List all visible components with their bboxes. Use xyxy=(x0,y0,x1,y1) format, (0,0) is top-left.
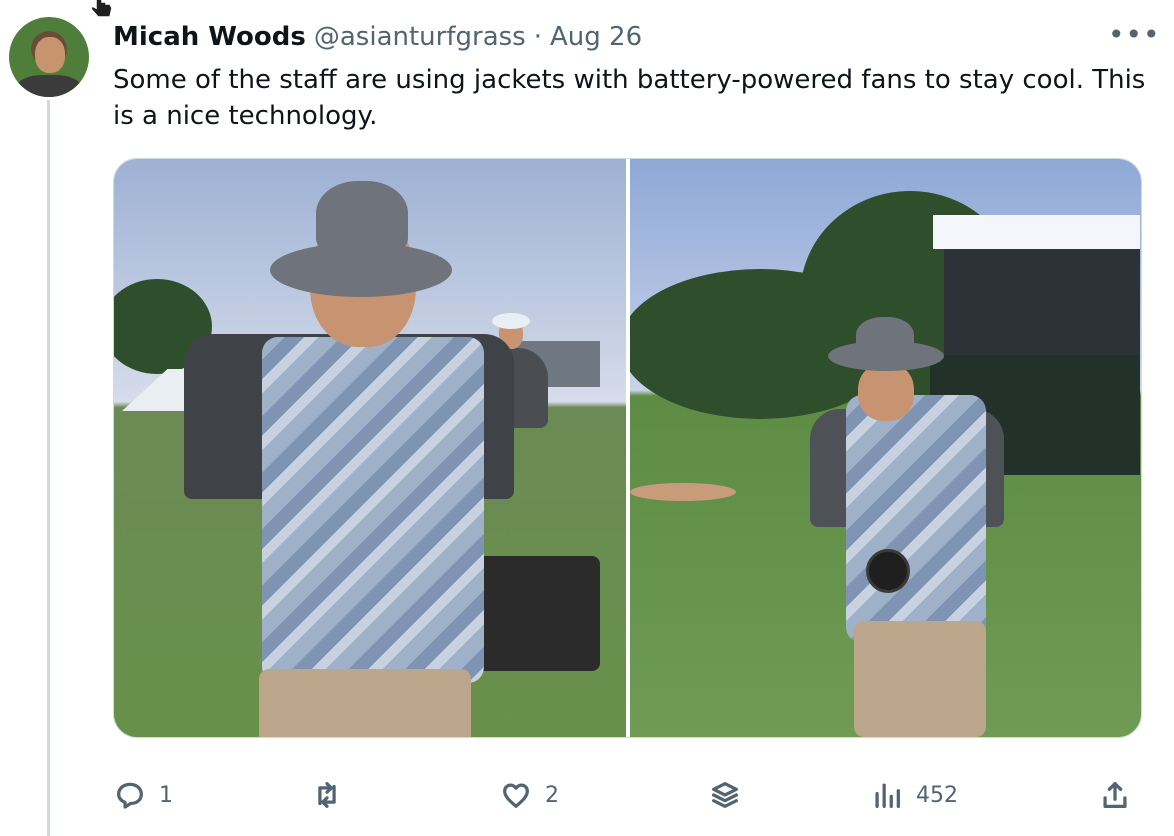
meta-separator: · xyxy=(533,22,542,52)
cursor-hand-icon xyxy=(90,0,113,18)
more-options-icon[interactable]: ••• xyxy=(1108,21,1161,49)
reply-button[interactable]: 1 xyxy=(113,778,173,812)
worker-hat-crown xyxy=(316,181,408,253)
sand-bunker xyxy=(629,483,736,501)
scoreboard xyxy=(943,249,1140,355)
like-count: 2 xyxy=(545,782,559,808)
author-handle[interactable]: @asianturfgrass xyxy=(314,22,526,52)
retweet-icon xyxy=(318,782,336,808)
reply-count: 1 xyxy=(159,782,173,808)
camo-vest xyxy=(845,395,986,643)
reply-icon xyxy=(117,782,143,809)
heart-icon xyxy=(503,783,529,808)
fan-icon xyxy=(865,549,910,593)
media-grid xyxy=(113,158,1142,738)
worker-hat-crown xyxy=(855,317,914,357)
action-bar: 1 2 452 xyxy=(113,774,1140,820)
avatar[interactable] xyxy=(9,17,89,97)
like-button[interactable]: 2 xyxy=(499,778,559,812)
views-icon xyxy=(875,783,900,808)
views-count: 452 xyxy=(916,782,958,808)
worker-back-vest-photo[interactable] xyxy=(629,159,1141,737)
worker-face xyxy=(857,363,914,421)
background-worker-cap xyxy=(492,313,530,329)
worker-pants xyxy=(853,621,986,737)
post-date[interactable]: Aug 26 xyxy=(550,22,642,52)
share-icon xyxy=(1103,782,1127,808)
avatar-shirt xyxy=(17,75,81,97)
scoreboard-header xyxy=(932,215,1140,249)
share-button[interactable] xyxy=(1098,778,1132,812)
retweet-button[interactable] xyxy=(310,778,356,812)
avatar-face xyxy=(35,37,65,73)
layers-icon xyxy=(712,782,738,808)
views-button[interactable]: 452 xyxy=(870,778,958,812)
author-name[interactable]: Micah Woods xyxy=(113,22,306,52)
worker-pants xyxy=(259,669,471,737)
thread-line xyxy=(47,100,50,836)
camo-vest xyxy=(262,337,484,683)
worker-front-vest-photo[interactable] xyxy=(114,159,626,737)
post-text: Some of the staff are using jackets with… xyxy=(113,65,1146,131)
layers-button[interactable] xyxy=(708,778,742,812)
post-header: Micah Woods @asianturfgrass · Aug 26 xyxy=(113,20,642,54)
